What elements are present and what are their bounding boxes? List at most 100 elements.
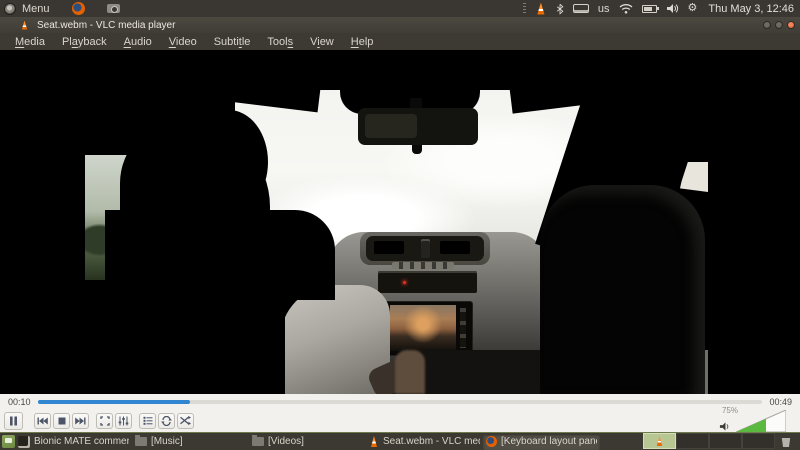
hazard-button — [421, 239, 430, 258]
maximize-button[interactable] — [775, 21, 783, 29]
firefox-icon — [486, 436, 497, 447]
t: Pl — [61, 35, 72, 48]
keyboard-layout-label[interactable]: us — [598, 3, 610, 15]
screenshot-tool-icon[interactable] — [106, 4, 120, 13]
t: H — [350, 35, 359, 48]
radio-unit — [378, 271, 477, 293]
extended-settings-button[interactable] — [115, 412, 132, 429]
seek-bar[interactable] — [37, 399, 763, 404]
volume-percent-label: 75% — [721, 405, 738, 415]
nav-screen — [390, 305, 456, 351]
t: s — [287, 35, 294, 48]
clock[interactable]: Thu May 3, 12:46 — [708, 3, 794, 15]
seek-fill — [37, 399, 191, 404]
show-desktop-button[interactable] — [2, 435, 15, 448]
battery-icon[interactable] — [641, 4, 659, 13]
pause-button[interactable] — [4, 411, 23, 430]
workspace-3[interactable] — [709, 433, 742, 449]
t: Tool — [267, 35, 288, 48]
center-console — [415, 350, 550, 394]
video-area[interactable] — [0, 50, 800, 394]
loop-icon — [161, 415, 172, 426]
driver-seat-base — [85, 280, 285, 394]
previous-button[interactable] — [34, 412, 51, 429]
shuffle-icon — [180, 416, 191, 425]
top-panel: Menu us ⚙ Thu May 3, 12:46 — [0, 0, 800, 17]
equalizer-icon — [118, 416, 129, 425]
taskbar-item-keyboard-layout[interactable]: [Keyboard layout pane... — [483, 433, 600, 450]
taskbar-item-videos[interactable]: [Videos] — [249, 434, 366, 450]
menu-button[interactable]: Menu — [22, 3, 50, 15]
workspace-4[interactable] — [742, 433, 775, 449]
tray-grip-handle[interactable] — [522, 3, 526, 14]
workspace-1[interactable] — [643, 433, 676, 449]
mirror-mount — [412, 145, 422, 154]
bluetooth-icon[interactable] — [556, 3, 564, 15]
air-vent-left — [374, 241, 404, 254]
playlist-button[interactable] — [139, 412, 156, 429]
wifi-icon[interactable] — [619, 3, 633, 14]
t: edia — [24, 35, 45, 48]
folder-icon — [252, 435, 264, 446]
vlc-tray-icon[interactable] — [537, 2, 545, 15]
next-button[interactable] — [72, 412, 89, 429]
vlc-window-thumb — [656, 436, 663, 446]
pause-icon — [10, 416, 17, 425]
mate-menu-icon[interactable] — [4, 2, 16, 15]
shuffle-button[interactable] — [177, 412, 194, 429]
menu-subtitle[interactable]: Subtitle — [207, 35, 258, 49]
t: ideo — [175, 35, 197, 48]
close-button[interactable] — [787, 21, 795, 29]
menu-playback[interactable]: Playback — [55, 35, 114, 49]
session-gear-icon[interactable]: ⚙ — [688, 3, 698, 14]
t: ew — [319, 35, 334, 48]
controls-row: 75% — [0, 406, 800, 432]
radio-button-row — [392, 262, 454, 269]
stop-icon — [58, 417, 65, 424]
menu-media[interactable]: Media — [8, 35, 52, 49]
trash-icon[interactable] — [781, 437, 791, 447]
taskbar-item-vlc[interactable]: Seat.webm - VLC medi... — [366, 434, 483, 450]
menu-help[interactable]: Help — [344, 35, 381, 49]
fullscreen-button[interactable] — [96, 412, 113, 429]
vlc-titlebar[interactable]: Seat.webm - VLC media player — [0, 17, 800, 33]
stop-button[interactable] — [53, 412, 70, 429]
t: udio — [130, 35, 152, 48]
t: V — [168, 35, 176, 48]
playlist-icon — [143, 416, 152, 425]
battery-fill — [643, 6, 652, 11]
minimize-button[interactable] — [763, 21, 771, 29]
fullscreen-icon — [99, 415, 110, 426]
firefox-launcher-icon[interactable] — [71, 2, 85, 15]
task-label: [Videos] — [268, 436, 304, 447]
volume-slider[interactable] — [736, 409, 786, 432]
window-title: Seat.webm - VLC media player — [37, 19, 176, 31]
folder-icon — [135, 435, 147, 446]
vlc-menubar: Media Playback Audio Video Subtitle Tool… — [0, 33, 800, 50]
volume-speaker-icon[interactable] — [719, 421, 731, 432]
menu-tools[interactable]: Tools — [260, 35, 300, 49]
task-label: [Music] — [151, 436, 183, 447]
text-editor-icon — [18, 435, 30, 448]
workspace-2[interactable] — [676, 433, 709, 449]
next-icon — [75, 417, 86, 424]
volume-tray-icon[interactable] — [666, 3, 679, 14]
t: elp — [358, 35, 374, 48]
menu-video[interactable]: Video — [162, 35, 204, 49]
window-buttons — [763, 21, 800, 29]
volume-control: 75% — [719, 406, 796, 432]
menu-view[interactable]: View — [303, 35, 341, 49]
keyboard-indicator-icon[interactable] — [572, 4, 589, 13]
t: A — [123, 35, 131, 48]
t: Subti — [213, 35, 239, 48]
vlc-icon — [371, 436, 377, 447]
taskbar-item-bionic-mate[interactable]: Bionic MATE comment... — [15, 434, 132, 450]
loop-button[interactable] — [158, 412, 175, 429]
menu-audio[interactable]: Audio — [117, 35, 159, 49]
air-vent-right — [440, 241, 470, 254]
taskbar-item-music[interactable]: [Music] — [132, 434, 249, 450]
passenger-headrest — [540, 185, 705, 394]
vlc-window-icon — [21, 20, 28, 30]
seek-row: 00:10 00:49 — [0, 394, 800, 409]
elapsed-time: 00:10 — [8, 396, 31, 407]
